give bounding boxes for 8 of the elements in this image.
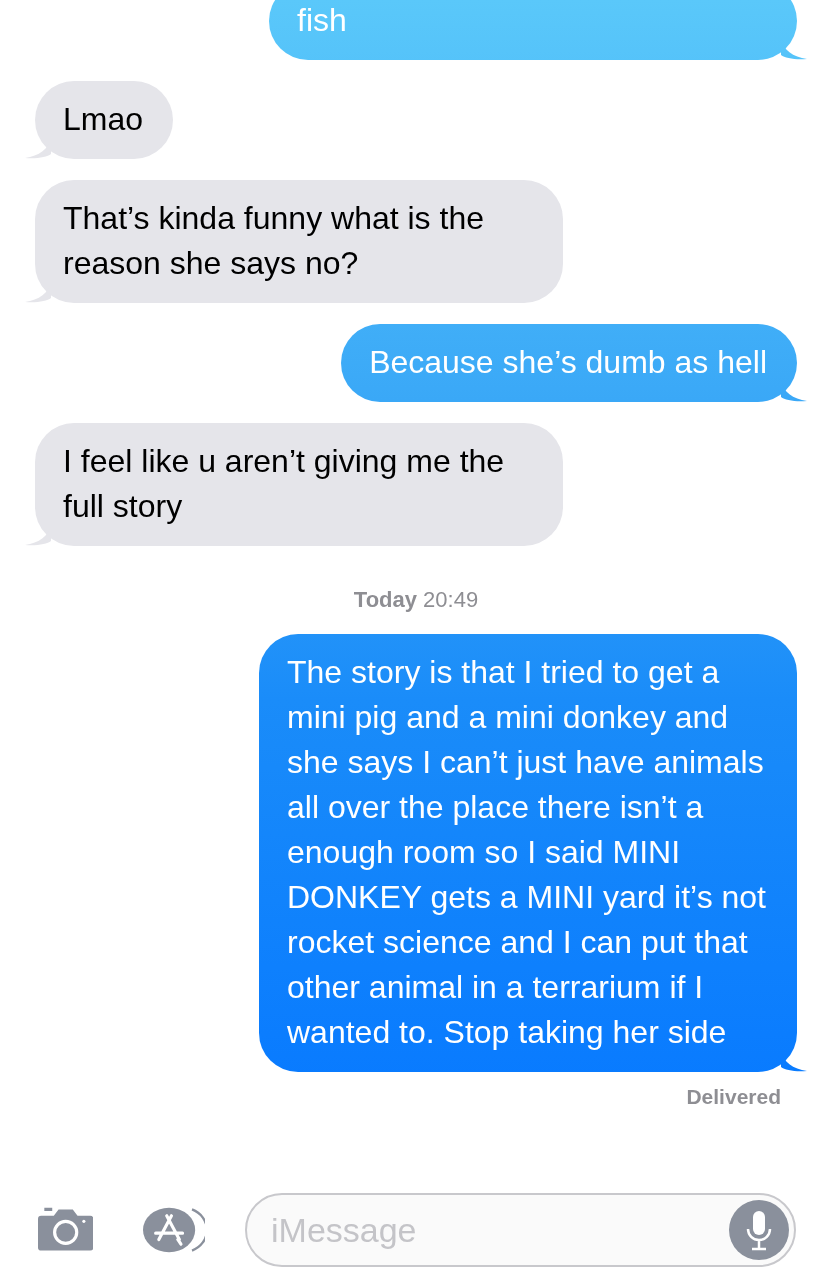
microphone-icon xyxy=(745,1209,773,1251)
message-bubble: The story is that I tried to get a mini pig and a mini donkey and she says I can’t just have animals all over the place there isn’t a enough room so I said MINI DONKEY gets a MINI yard it’s not rocket science and I can put that other animal in a terrarium if I wanted to. Stop taking her side xyxy=(259,634,807,1072)
message-bubble: That’s kinda funny what is the reason she says no? xyxy=(25,180,563,303)
timestamp: Today 20:49 xyxy=(353,587,479,613)
message-bubble: Because she’s dumb as hell xyxy=(341,324,807,402)
message-bubble: I feel like u aren’t giving me the full story xyxy=(25,423,563,546)
message-bubble: Lmao xyxy=(25,81,174,159)
delivery-status: Delivered xyxy=(686,1085,781,1109)
